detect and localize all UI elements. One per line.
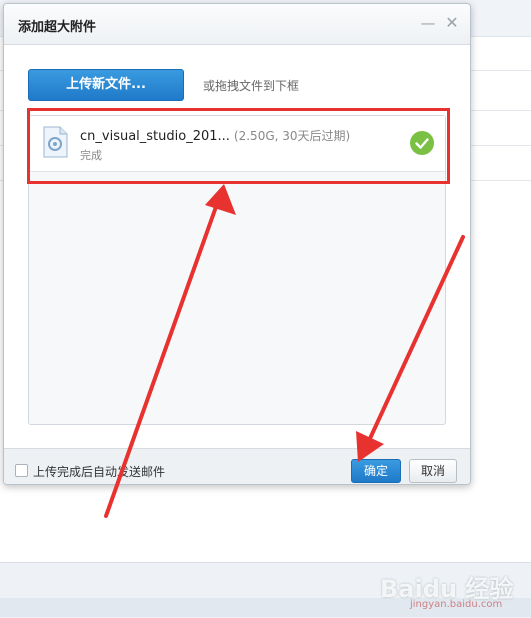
- file-row[interactable]: cn_visual_studio_201... (2.50G, 30天后过期) 完…: [29, 116, 445, 172]
- auto-send-checkbox[interactable]: [15, 464, 28, 477]
- add-large-attachment-dialog: 添加超大附件 — ✕ 上传新文件... 或拖拽文件到下框 cn_visual_s…: [3, 3, 471, 485]
- cancel-button[interactable]: 取消: [409, 459, 457, 483]
- close-icon[interactable]: ✕: [442, 13, 462, 33]
- check-circle-icon: [410, 131, 434, 155]
- auto-send-label: 上传完成后自动发送邮件: [33, 465, 166, 479]
- watermark-url: jingyan.baidu.com: [410, 599, 503, 610]
- file-drop-zone[interactable]: cn_visual_studio_201... (2.50G, 30天后过期) 完…: [28, 115, 446, 425]
- dialog-title: 添加超大附件: [18, 20, 97, 35]
- file-size: (2.50G, 30天后过期): [233, 129, 351, 143]
- dialog-titlebar: 添加超大附件 — ✕: [4, 4, 470, 45]
- file-status: 完成: [80, 149, 102, 162]
- upload-new-file-button[interactable]: 上传新文件...: [28, 69, 184, 101]
- minimize-icon[interactable]: —: [418, 13, 438, 33]
- watermark: Baidu 经验 jingyan.baidu.com: [380, 565, 526, 613]
- drag-drop-hint: 或拖拽文件到下框: [203, 79, 300, 93]
- file-name: cn_visual_studio_201... (2.50G, 30天后过期): [80, 129, 351, 144]
- ok-button[interactable]: 确定: [351, 459, 401, 483]
- document-icon: [43, 126, 68, 158]
- dialog-footer: 上传完成后自动发送邮件 确定 取消: [4, 448, 470, 484]
